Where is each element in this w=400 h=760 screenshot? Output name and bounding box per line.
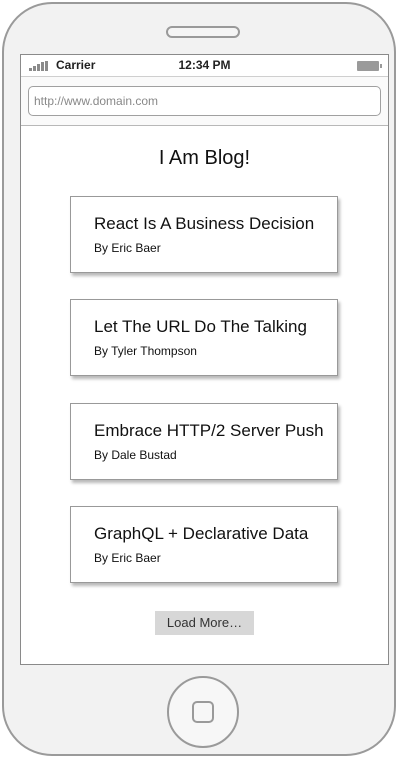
page-title: I Am Blog!	[158, 147, 251, 169]
phone-screen: Carrier 12:34 PM I Am Blog! React Is A B…	[20, 54, 389, 665]
home-button-icon[interactable]	[167, 676, 239, 748]
post-card[interactable]: GraphQL + Declarative Data By Eric Baer	[70, 506, 338, 583]
clock: 12:34 PM	[178, 58, 231, 72]
post-author: By Dale Bustad	[94, 448, 177, 462]
post-title: Embrace HTTP/2 Server Push	[94, 421, 324, 440]
browser-address-bar	[21, 77, 388, 126]
url-input[interactable]	[28, 86, 381, 116]
phone-frame: Carrier 12:34 PM I Am Blog! React Is A B…	[2, 2, 396, 756]
post-title: Let The URL Do The Talking	[94, 317, 307, 336]
post-author: By Eric Baer	[94, 551, 161, 565]
post-card[interactable]: Embrace HTTP/2 Server Push By Dale Busta…	[70, 403, 338, 480]
load-more-button[interactable]: Load More…	[155, 611, 254, 635]
post-title: GraphQL + Declarative Data	[94, 524, 309, 543]
post-author: By Tyler Thompson	[94, 344, 197, 358]
status-bar: Carrier 12:34 PM	[21, 55, 388, 77]
post-author: By Eric Baer	[94, 241, 161, 255]
post-title: React Is A Business Decision	[94, 214, 315, 233]
post-card[interactable]: Let The URL Do The Talking By Tyler Thom…	[70, 299, 338, 376]
earpiece-speaker	[166, 26, 240, 38]
home-square-icon	[192, 701, 214, 723]
page-content: I Am Blog! React Is A Business Decision …	[21, 126, 388, 664]
battery-icon	[357, 61, 382, 71]
post-card[interactable]: React Is A Business Decision By Eric Bae…	[70, 196, 338, 273]
